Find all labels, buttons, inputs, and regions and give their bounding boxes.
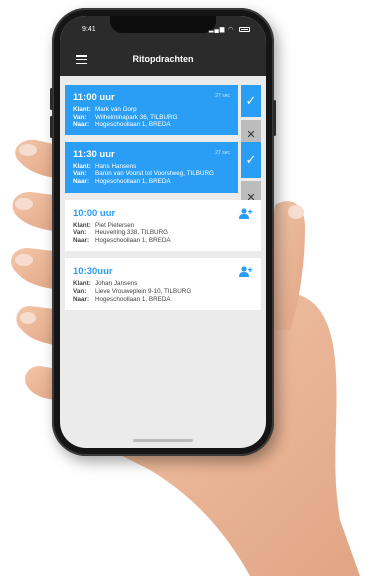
status-bar: 9:41 ▂▄▆ ◠ — [60, 16, 266, 44]
to-label: Naar: — [73, 236, 90, 244]
navbar: Ritopdrachten — [60, 44, 266, 76]
client-label: Klant: — [73, 162, 91, 170]
add-user-icon[interactable] — [239, 266, 253, 278]
notch — [110, 16, 216, 33]
ride-card-body[interactable]: 10:30uur Klant: Johan Jansens Van: Lieve V… — [65, 258, 261, 311]
from-address: Heuvelring 338, TILBURG — [95, 229, 169, 237]
add-user-icon[interactable] — [239, 207, 253, 219]
client-label: Klant: — [73, 280, 91, 288]
from-label: Van: — [73, 170, 87, 178]
ride-actions: ✓ ✕ — [241, 85, 261, 149]
to-label: Naar: — [73, 121, 90, 129]
ride-card-body[interactable]: 10:00 uur Klant: Piet Pietersen Van: Heuve… — [65, 199, 261, 252]
accept-button[interactable]: ✓ — [241, 85, 261, 117]
from-address: Baron van Voorst tot Voorstweg, TILBURG — [95, 170, 214, 178]
to-address: Hogeschoollaan 1, BREDA — [95, 236, 171, 244]
phone-screen: 9:41 ▂▄▆ ◠ Ritopdrachten 11:00 uur 27 se… — [60, 16, 266, 448]
home-indicator[interactable] — [133, 439, 193, 442]
page-title: Ritopdrachten — [132, 54, 194, 64]
check-icon: ✓ — [245, 93, 257, 108]
from-label: Van: — [73, 287, 87, 295]
ride-card[interactable]: 11:00 uur 27 sec Klant: Mark van Gorp Van… — [65, 85, 261, 149]
ride-card[interactable]: 11:30 uur 27 sec Klant: Hans Hansens Van:… — [65, 141, 261, 214]
ride-time: 11:30 uur — [73, 148, 115, 160]
to-address: Hogeschoollaan 1, BREDA — [95, 177, 171, 185]
battery-icon — [239, 26, 250, 32]
to-label: Naar: — [73, 177, 90, 185]
ride-card[interactable]: 10:30uur Klant: Johan Jansens Van: Lieve V… — [65, 258, 261, 311]
accept-button[interactable]: ✓ — [241, 141, 261, 178]
ride-age: 27 sec — [215, 93, 230, 99]
ride-card-body[interactable]: 11:30 uur 27 sec Klant: Hans Hansens Van:… — [65, 141, 238, 193]
check-icon: ✓ — [245, 151, 257, 167]
ride-card[interactable]: 10:00 uur Klant: Piet Pietersen Van: Heuve… — [65, 199, 261, 252]
status-time: 9:41 — [82, 26, 96, 33]
ride-list: 11:00 uur 27 sec Klant: Mark van Gorp Van… — [65, 85, 261, 317]
signal-icon: ▂▄▆ — [208, 27, 226, 33]
to-address: Hogeschoollaan 1, BREDA — [95, 295, 171, 303]
client-name: Piet Pietersen — [95, 221, 135, 229]
client-label: Klant: — [73, 221, 91, 229]
client-label: Klant: — [73, 106, 91, 113]
from-address: Lieve Vrouweplein 9-10, TILBURG — [95, 287, 192, 295]
from-label: Van: — [73, 113, 87, 121]
ride-time: 10:00 uur — [73, 207, 116, 219]
client-name: Mark van Gorp — [95, 106, 137, 113]
from-address: Wilhelminapark 36, TILBURG — [95, 113, 178, 121]
to-address: Hogeschoollaan 1, BREDA — [95, 121, 171, 129]
ride-time: 11:00 uur — [73, 92, 115, 103]
ride-age: 27 sec — [215, 149, 230, 156]
volume-button — [50, 88, 53, 110]
close-icon: ✕ — [246, 129, 256, 141]
client-name: Hans Hansens — [95, 162, 137, 170]
to-label: Naar: — [73, 295, 90, 303]
ride-card-body[interactable]: 11:00 uur 27 sec Klant: Mark van Gorp Van… — [65, 85, 238, 135]
volume-button — [50, 116, 53, 138]
from-label: Van: — [73, 229, 87, 237]
wifi-icon: ◠ — [228, 27, 235, 33]
ride-time: 10:30uur — [73, 266, 113, 278]
client-name: Johan Jansens — [95, 280, 138, 288]
power-button — [273, 100, 276, 136]
status-icons: ▂▄▆ ◠ — [209, 26, 250, 33]
